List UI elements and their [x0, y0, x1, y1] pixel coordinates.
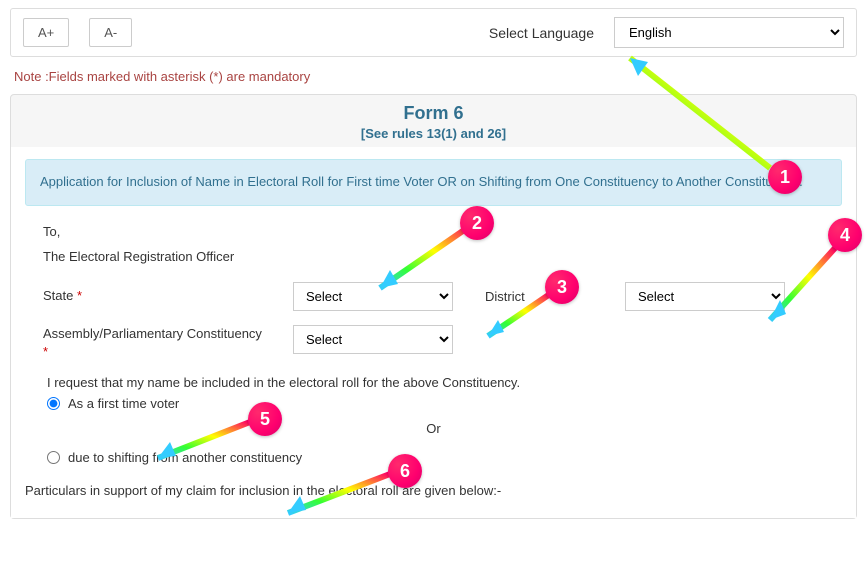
- application-description: Application for Inclusion of Name in Ele…: [25, 159, 842, 206]
- shifting-constituency-label: due to shifting from another constituenc…: [68, 450, 302, 465]
- request-text: I request that my name be included in th…: [47, 375, 824, 390]
- state-label: State: [43, 288, 73, 303]
- font-increase-button[interactable]: A+: [23, 18, 69, 47]
- shifting-constituency-radio[interactable]: [47, 451, 60, 464]
- constituency-label: Assembly/Parliamentary Constituency: [43, 326, 262, 341]
- first-time-voter-label: As a first time voter: [68, 396, 179, 411]
- required-asterisk: *: [43, 344, 48, 359]
- first-time-voter-radio[interactable]: [47, 397, 60, 410]
- top-bar: A+ A- Select Language English: [10, 8, 857, 57]
- form-title: Form 6: [11, 103, 856, 124]
- language-select[interactable]: English: [614, 17, 844, 48]
- particulars-text: Particulars in support of my claim for i…: [25, 483, 842, 498]
- font-decrease-button[interactable]: A-: [89, 18, 132, 47]
- district-label: District: [485, 289, 575, 304]
- language-label: Select Language: [489, 25, 594, 41]
- officer-label: The Electoral Registration Officer: [43, 249, 824, 264]
- required-asterisk: *: [77, 288, 82, 303]
- or-text: Or: [43, 421, 824, 436]
- form-header: Form 6 [See rules 13(1) and 26]: [11, 95, 856, 147]
- form-panel: Form 6 [See rules 13(1) and 26] Applicat…: [10, 94, 857, 519]
- mandatory-note: Note :Fields marked with asterisk (*) ar…: [14, 69, 853, 84]
- to-label: To,: [43, 224, 824, 239]
- form-subtitle: [See rules 13(1) and 26]: [11, 126, 856, 141]
- constituency-select[interactable]: Select: [293, 325, 453, 354]
- state-select[interactable]: Select: [293, 282, 453, 311]
- district-select[interactable]: Select: [625, 282, 785, 311]
